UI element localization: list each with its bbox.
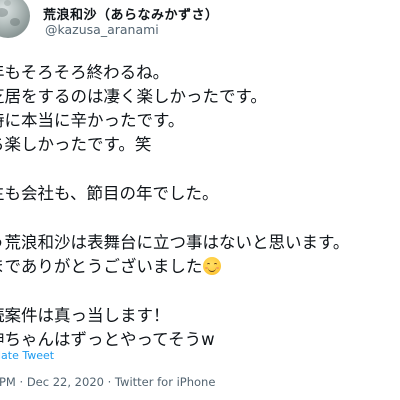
- smiling-face-emoji-icon: [203, 257, 222, 275]
- tweet-line: ち楽しかったです。笑: [0, 135, 152, 154]
- display-name[interactable]: 荒浪和沙（あらなみかずさ）: [43, 4, 219, 23]
- tweet-line: 紳ちゃんはずっとやってそうw: [0, 330, 215, 349]
- avatar[interactable]: [0, 0, 30, 38]
- tweet-line: 時に本当に辛かったです。: [0, 111, 185, 130]
- tweet-time[interactable]: PM: [0, 375, 16, 389]
- tweet-metadata: PM · Dec 22, 2020 · Twitter for iPhone: [0, 375, 215, 389]
- meta-separator: ·: [19, 375, 24, 389]
- tweet-source[interactable]: Twitter for iPhone: [115, 375, 216, 389]
- user-handle[interactable]: @kazusa_aranami: [45, 22, 159, 37]
- tweet-line: 生も会社も、節目の年でした。: [0, 184, 219, 203]
- tweet-line: 年もそろそろ終わるね。: [0, 63, 170, 82]
- tweet-line: う荒浪和沙は表舞台に立つ事はないと思います。: [0, 233, 350, 252]
- meta-separator: ·: [107, 375, 112, 389]
- tweet-text: 年もそろそろ終わるね。 芝居をするのは凄く楽しかったです。 時に本当に辛かったで…: [0, 61, 400, 352]
- tweet-line: 続案件は真っ当します！: [0, 306, 170, 325]
- tweet-line-with-emoji: までありがとうございました: [0, 255, 400, 279]
- tweet-date[interactable]: Dec 22, 2020: [27, 375, 104, 389]
- tweet-line: 芝居をするのは凄く楽しかったです。: [0, 87, 267, 106]
- translate-tweet-link[interactable]: late Tweet: [0, 349, 54, 362]
- tweet-line: までありがとうございました: [0, 257, 203, 276]
